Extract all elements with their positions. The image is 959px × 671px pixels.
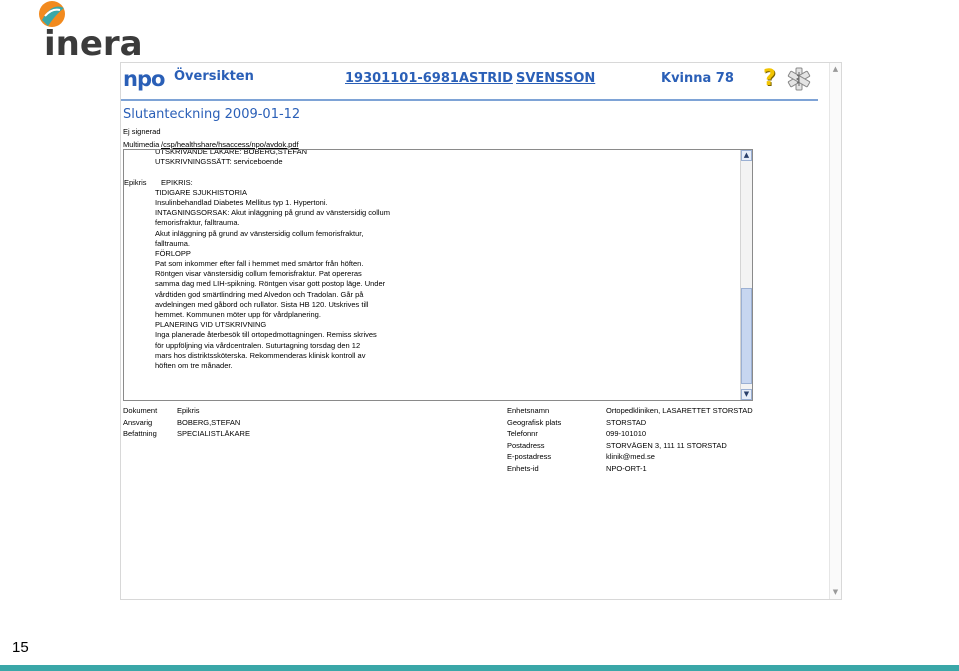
meta-value: NPO-ORT-1 bbox=[606, 463, 647, 473]
note-row-text: UTSKRIVANDE LÄKARE: BOBERG,STEFAN bbox=[155, 149, 307, 156]
note-text-row: INTAGNINGSORSAK: Akut inläggning på grun… bbox=[124, 208, 738, 218]
meta-key: Telefonnr bbox=[507, 429, 538, 439]
multimedia-label: Multimedia bbox=[123, 140, 160, 149]
meta-key: Ansvarig bbox=[123, 417, 153, 427]
meta-value: STORSTAD bbox=[606, 417, 647, 427]
note-text-row: Pat som inkommer efter fall i hemmet med… bbox=[124, 259, 738, 269]
note-status: Ej signerad bbox=[123, 127, 161, 136]
note-row-text: mars hos distriktssköterska. Rekommender… bbox=[155, 350, 366, 360]
scroll-down-button-icon[interactable]: ▼ bbox=[741, 389, 752, 400]
note-row-text: EPIKRIS: bbox=[161, 177, 193, 187]
note-title: Slutanteckning 2009-01-12 bbox=[123, 107, 301, 122]
note-text-row: hemmet. Kommunen möter upp för vårdplane… bbox=[124, 310, 738, 320]
note-row-text: Pat som inkommer efter fall i hemmet med… bbox=[155, 259, 364, 269]
nav-oversikten-link[interactable]: Översikten bbox=[174, 69, 254, 84]
meta-value: Epikris bbox=[177, 406, 200, 415]
note-row-text: FÖRLOPP bbox=[155, 248, 191, 258]
note-row-text: femorisfraktur, falltrauma. bbox=[155, 218, 240, 228]
note-row-text: hemmet. Kommunen möter upp för vårdplane… bbox=[155, 310, 321, 319]
patient-last-name-link[interactable]: SVENSSON bbox=[516, 71, 595, 86]
note-text-row: TIDIGARE SJUKHISTORIA bbox=[124, 188, 738, 198]
note-row-text: Röntgen visar vänstersidig collum femori… bbox=[155, 269, 362, 279]
meta-key: Enhetsnamn bbox=[507, 406, 550, 415]
meta-value: 099-101010 bbox=[606, 429, 647, 439]
note-row-text: Akut inläggning på grund av vänstersidig… bbox=[155, 228, 364, 238]
text-area-scrollbar[interactable]: ▲ ▼ bbox=[740, 150, 752, 400]
note-row-text: PLANERING VID UTSKRIVNING bbox=[155, 320, 267, 330]
outer-scrollbar[interactable]: ▲ ▼ bbox=[829, 63, 841, 599]
medical-star-icon[interactable] bbox=[787, 67, 811, 91]
note-text-row: avdelningen med gåbord och rullator. Sis… bbox=[124, 300, 738, 310]
patient-first-name-link[interactable]: ASTRID bbox=[459, 71, 513, 86]
unit-meta-keys: Enhetsnamn Geografisk plats Telefonnr Posta… bbox=[507, 405, 561, 475]
note-row-text: Inga planerade återbesök till ortopedmot… bbox=[155, 330, 377, 340]
meta-value: SPECIALISTLÄKARE bbox=[177, 429, 250, 439]
note-text-row: Epikris EPIKRIS: bbox=[124, 178, 738, 188]
meta-key: Dokument bbox=[123, 406, 158, 415]
meta-value: klinik@med.se bbox=[606, 452, 655, 462]
note-text-row: FÖRLOPP bbox=[124, 249, 738, 259]
help-icon[interactable]: ? bbox=[763, 67, 781, 91]
document-meta-values: Epikris BOBERG,STEFAN SPECIALISTLÄKARE bbox=[177, 405, 250, 440]
note-text-row: femorisfraktur, falltrauma. bbox=[124, 218, 738, 228]
note-row-text: INTAGNINGSORSAK: Akut inläggning på grun… bbox=[155, 208, 390, 218]
patient-id-link[interactable]: 19301101-6981 bbox=[345, 71, 459, 86]
note-row-text: TIDIGARE SJUKHISTORIA bbox=[155, 187, 247, 197]
meta-value: BOBERG,STEFAN bbox=[177, 417, 241, 427]
document-meta-keys: Dokument Ansvarig Befattning bbox=[123, 405, 157, 440]
note-row-text: Insulinbehandlad Diabetes Mellitus typ 1… bbox=[155, 197, 328, 207]
scroll-down-arrow-icon[interactable]: ▼ bbox=[831, 588, 840, 597]
note-text-row: Akut inläggning på grund av vänstersidig… bbox=[124, 229, 738, 239]
note-text-row: vårdtiden god smärtlindring med Alvedon … bbox=[124, 290, 738, 300]
header-divider bbox=[121, 99, 818, 101]
scroll-up-arrow-icon[interactable]: ▲ bbox=[831, 65, 840, 74]
note-row-text: samma dag med LIH-spikning. Röntgen visa… bbox=[155, 279, 386, 289]
meta-key: E-postadress bbox=[507, 452, 552, 462]
note-row-text: UTSKRIVNINGSSÄTT: serviceboende bbox=[155, 157, 283, 167]
scrollbar-thumb[interactable] bbox=[741, 288, 752, 384]
note-text-row: höften om tre månader. bbox=[124, 361, 738, 371]
note-text-row: UTSKRIVANDE LÄKARE: BOBERG,STEFAN bbox=[124, 149, 738, 157]
npo-logo: npo bbox=[123, 67, 165, 91]
meta-value: Ortopedkliniken, LASARETTET STORSTAD bbox=[606, 406, 753, 415]
note-text-row: PLANERING VID UTSKRIVNING bbox=[124, 320, 738, 330]
note-row-text: avdelningen med gåbord och rullator. Sis… bbox=[155, 299, 369, 309]
note-text-row bbox=[124, 167, 738, 177]
note-text-row: Röntgen visar vänstersidig collum femori… bbox=[124, 269, 738, 279]
multimedia-pdf-link[interactable]: /csp/healthshare/hsaccess/npo/avdok.pdf bbox=[161, 140, 299, 149]
scroll-up-button-icon[interactable]: ▲ bbox=[741, 150, 752, 161]
note-text-content: UTSKRIVANDE LÄKARE: BOBERG,STEFAN UTSKRIV… bbox=[124, 149, 738, 371]
note-row-text: för uppföljning via vårdcentralen. Sutur… bbox=[155, 340, 361, 350]
meta-key: Postadress bbox=[507, 440, 545, 450]
app-screenshot: ▲ ▼ npo Översikten 19301101-6981 ASTRID … bbox=[120, 62, 842, 600]
note-text-row: mars hos distriktssköterska. Rekommender… bbox=[124, 351, 738, 361]
note-row-key: Epikris bbox=[124, 177, 147, 187]
meta-value: STORVÄGEN 3, 111 11 STORSTAD bbox=[606, 440, 727, 450]
meta-key: Geografisk plats bbox=[507, 417, 562, 427]
note-row-text: höften om tre månader. bbox=[155, 360, 233, 370]
note-text-area[interactable]: UTSKRIVANDE LÄKARE: BOBERG,STEFAN UTSKRIV… bbox=[123, 149, 753, 401]
note-row-text: vårdtiden god smärtlindring med Alvedon … bbox=[155, 289, 364, 299]
note-text-row: samma dag med LIH-spikning. Röntgen visa… bbox=[124, 279, 738, 289]
note-text-row: Inga planerade återbesök till ortopedmot… bbox=[124, 330, 738, 340]
slide-number: 15 bbox=[12, 639, 29, 656]
footer-accent-bar bbox=[0, 665, 959, 671]
patient-gender-age: Kvinna 78 bbox=[661, 71, 734, 86]
note-text-row: Insulinbehandlad Diabetes Mellitus typ 1… bbox=[124, 198, 738, 208]
note-text-row: falltrauma. bbox=[124, 239, 738, 249]
unit-meta-values: Ortopedkliniken, LASARETTET STORSTAD STOR… bbox=[606, 405, 753, 475]
note-text-row: UTSKRIVNINGSSÄTT: serviceboende bbox=[124, 157, 738, 167]
note-row-text: falltrauma. bbox=[155, 238, 191, 248]
meta-key: Befattning bbox=[123, 429, 157, 439]
meta-key: Enhets-id bbox=[507, 463, 539, 473]
note-text-row: för uppföljning via vårdcentralen. Sutur… bbox=[124, 341, 738, 351]
inera-logo-text: inera bbox=[44, 24, 143, 64]
